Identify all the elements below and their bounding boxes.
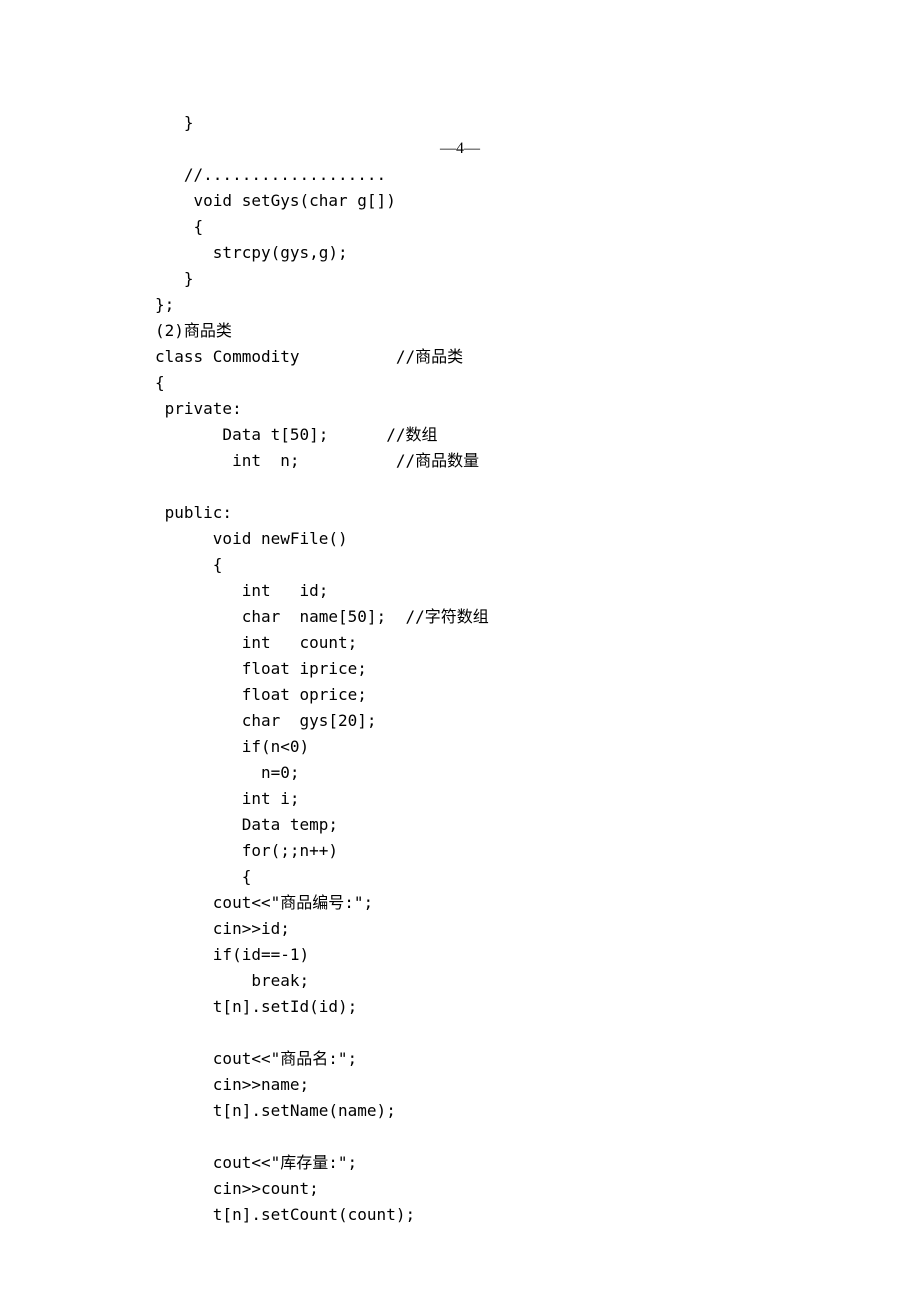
code-line: if(id==-1) [155, 942, 765, 968]
code-line: strcpy(gys,g); [155, 240, 765, 266]
code-line [155, 474, 765, 500]
code-line: void newFile() [155, 526, 765, 552]
code-line: public: [155, 500, 765, 526]
code-line: }; [155, 292, 765, 318]
code-line: } [155, 110, 765, 136]
code-line: cout<<"商品名:"; [155, 1046, 765, 1072]
code-line: int n; //商品数量 [155, 448, 765, 474]
code-line [155, 1020, 765, 1046]
code-line: t[n].setName(name); [155, 1098, 765, 1124]
code-line: { [155, 552, 765, 578]
code-line: break; [155, 968, 765, 994]
code-line: private: [155, 396, 765, 422]
code-line: float oprice; [155, 682, 765, 708]
code-line: { [155, 370, 765, 396]
code-line: Data t[50]; //数组 [155, 422, 765, 448]
code-line: n=0; [155, 760, 765, 786]
code-line: int id; [155, 578, 765, 604]
code-line: t[n].setCount(count); [155, 1202, 765, 1228]
code-line: { [155, 864, 765, 890]
code-line: } [155, 266, 765, 292]
code-line: void setGys(char g[]) [155, 188, 765, 214]
code-line: cout<<"商品编号:"; [155, 890, 765, 916]
code-line: (2)商品类 [155, 318, 765, 344]
code-line: if(n<0) [155, 734, 765, 760]
code-line: Data temp; [155, 812, 765, 838]
code-line: float iprice; [155, 656, 765, 682]
code-line: //................... [155, 162, 765, 188]
code-line: { [155, 214, 765, 240]
code-line: for(;;n++) [155, 838, 765, 864]
code-line: cin>>name; [155, 1072, 765, 1098]
code-line: class Commodity //商品类 [155, 344, 765, 370]
code-line [155, 1124, 765, 1150]
code-line: cin>>id; [155, 916, 765, 942]
code-line: char gys[20]; [155, 708, 765, 734]
code-line: char name[50]; //字符数组 [155, 604, 765, 630]
document-page: }—4— //................... void setGys(c… [0, 0, 920, 1228]
code-line: cout<<"库存量:"; [155, 1150, 765, 1176]
code-line: int count; [155, 630, 765, 656]
page-number: —4— [155, 136, 765, 162]
code-line: t[n].setId(id); [155, 994, 765, 1020]
code-line: cin>>count; [155, 1176, 765, 1202]
code-line: int i; [155, 786, 765, 812]
